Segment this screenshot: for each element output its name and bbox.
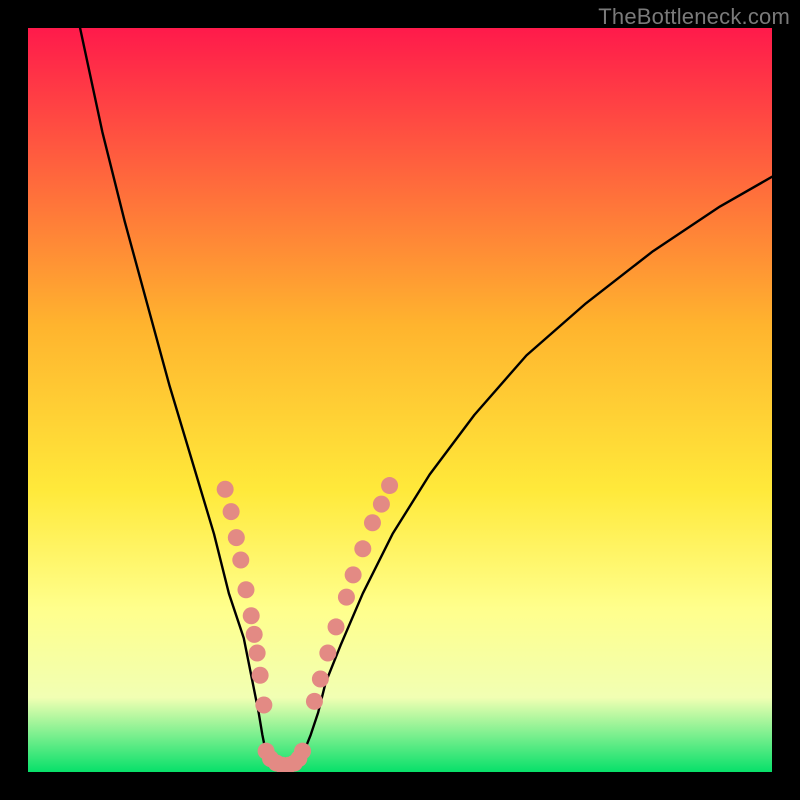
scatter-dot [223, 503, 240, 520]
scatter-dot [249, 644, 266, 661]
scatter-dot [255, 697, 272, 714]
scatter-dot [364, 514, 381, 531]
gradient-background [28, 28, 772, 772]
scatter-dot [345, 566, 362, 583]
scatter-dot [217, 481, 234, 498]
scatter-dot [328, 618, 345, 635]
scatter-dot [294, 743, 311, 760]
scatter-dot [338, 589, 355, 606]
scatter-dot [243, 607, 260, 624]
scatter-dot [232, 551, 249, 568]
plot-svg [28, 28, 772, 772]
scatter-dot [228, 529, 245, 546]
plot-frame [28, 28, 772, 772]
scatter-dot [306, 693, 323, 710]
scatter-dot [319, 644, 336, 661]
scatter-dot [354, 540, 371, 557]
scatter-dot [373, 496, 390, 513]
chart-root: TheBottleneck.com [0, 0, 800, 800]
scatter-dot [381, 477, 398, 494]
scatter-dot [312, 671, 329, 688]
scatter-dot [246, 626, 263, 643]
watermark-label: TheBottleneck.com [598, 4, 790, 30]
scatter-dot [237, 581, 254, 598]
scatter-dot [252, 667, 269, 684]
